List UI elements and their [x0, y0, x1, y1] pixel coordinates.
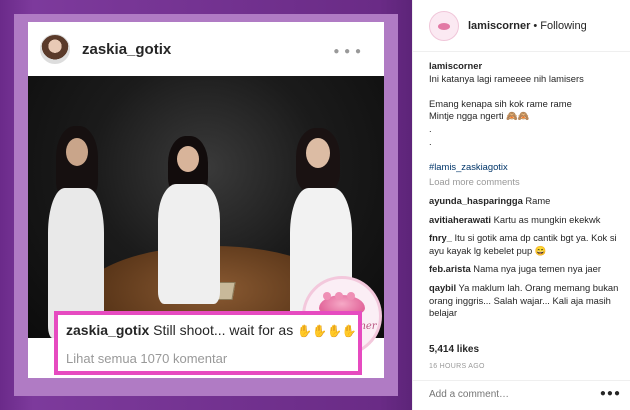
list-item: qaybil Ya maklum lah. Orang memang bukan…: [429, 282, 625, 320]
hashtag-link[interactable]: #lamis_zaskiagotix: [429, 161, 625, 174]
card-username: zaskia_gotix: [82, 40, 172, 58]
comment-text: Nama nya juga temen nya jaer: [473, 263, 601, 275]
comment-username-link[interactable]: fnry_: [429, 232, 452, 243]
comment-text: Kartu as mungkin ekekwk: [493, 213, 601, 225]
caption-line: .: [429, 122, 432, 134]
hearts-icon: [323, 287, 367, 301]
avatar[interactable]: [429, 10, 459, 41]
post-sidebar: lamiscorner • Following lamiscorner Ini …: [412, 0, 630, 410]
caption-line: .: [429, 135, 432, 147]
likes-count[interactable]: 5,414 likes: [429, 344, 479, 355]
header-username-link[interactable]: lamiscorner: [468, 20, 530, 32]
caption-line: Mintje ngga ngerti 🙈🙈: [429, 110, 530, 122]
comments-area: lamiscorner Ini katanya lagi rameeee nih…: [429, 60, 625, 320]
card-header: zaskia_gotix ● ● ●: [28, 22, 384, 76]
list-item: avitiaherawati Kartu as mungkin ekekwk: [429, 214, 625, 227]
caption-highlight: zaskia_gotix Still shoot... wait for as …: [54, 311, 362, 375]
post-media[interactable]: zaskia_gotix ● ● ● Lamis Corner CUSTOMIZ…: [0, 0, 412, 410]
caption-line: Emang kenapa sih kok rame rame: [429, 97, 572, 109]
caption-blank: [429, 85, 625, 98]
caption-line: zaskia_gotix Still shoot... wait for as …: [66, 322, 357, 338]
caption-author-link[interactable]: lamiscorner: [429, 60, 625, 73]
more-dots-icon[interactable]: ●●●: [600, 388, 621, 399]
comment-username-link[interactable]: feb.arista: [429, 263, 471, 274]
comment-text: Ya maklum lah. Orang memang bukan orang …: [429, 281, 619, 319]
caption-line: Ini katanya lagi rameeee nih lamisers: [429, 72, 584, 84]
caption-blank: [429, 148, 625, 161]
following-button[interactable]: Following: [540, 20, 586, 32]
list-item: fnry_ Itu si gotik ama dp cantik bgt ya.…: [429, 232, 625, 257]
caption-username: zaskia_gotix: [66, 322, 150, 338]
instagram-post-view: zaskia_gotix ● ● ● Lamis Corner CUSTOMIZ…: [0, 0, 630, 410]
post-header: lamiscorner • Following: [413, 0, 630, 52]
comment-username-link[interactable]: avitiaherawati: [429, 214, 491, 225]
add-comment-input[interactable]: [429, 389, 599, 400]
list-item: ayunda_hasparingga Rame: [429, 195, 625, 208]
header-separator: •: [533, 19, 538, 32]
avatar: [40, 34, 70, 64]
more-dots-icon: ● ● ●: [333, 46, 362, 57]
comment-composer: ●●●: [413, 380, 630, 410]
emoji-icons: ✋✋✋✋: [297, 324, 357, 338]
comment-username-link[interactable]: qaybil: [429, 282, 456, 293]
view-all-comments: Lihat semua 1070 komentar: [66, 351, 228, 366]
comment-username-link[interactable]: ayunda_hasparingga: [429, 195, 523, 206]
caption-text: Still shoot... wait for as: [153, 322, 294, 338]
list-item: feb.arista Nama nya juga temen nya jaer: [429, 263, 625, 276]
comment-text: Rame: [525, 194, 551, 206]
comment-text: Itu si gotik ama dp cantik bgt ya. Kok s…: [429, 232, 617, 256]
load-more-comments-button[interactable]: Load more comments: [429, 176, 625, 189]
post-timestamp[interactable]: 16 HOURS AGO: [429, 363, 485, 370]
